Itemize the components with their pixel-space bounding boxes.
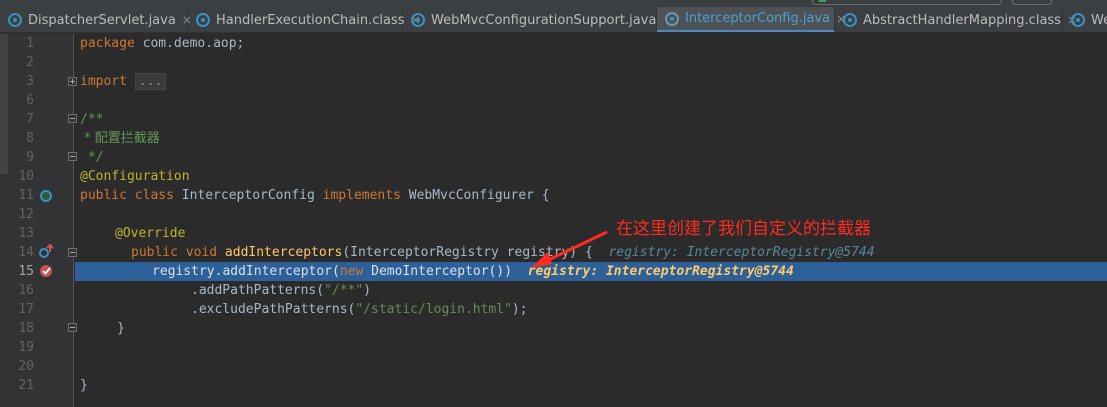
annotation-arrow (531, 230, 608, 268)
